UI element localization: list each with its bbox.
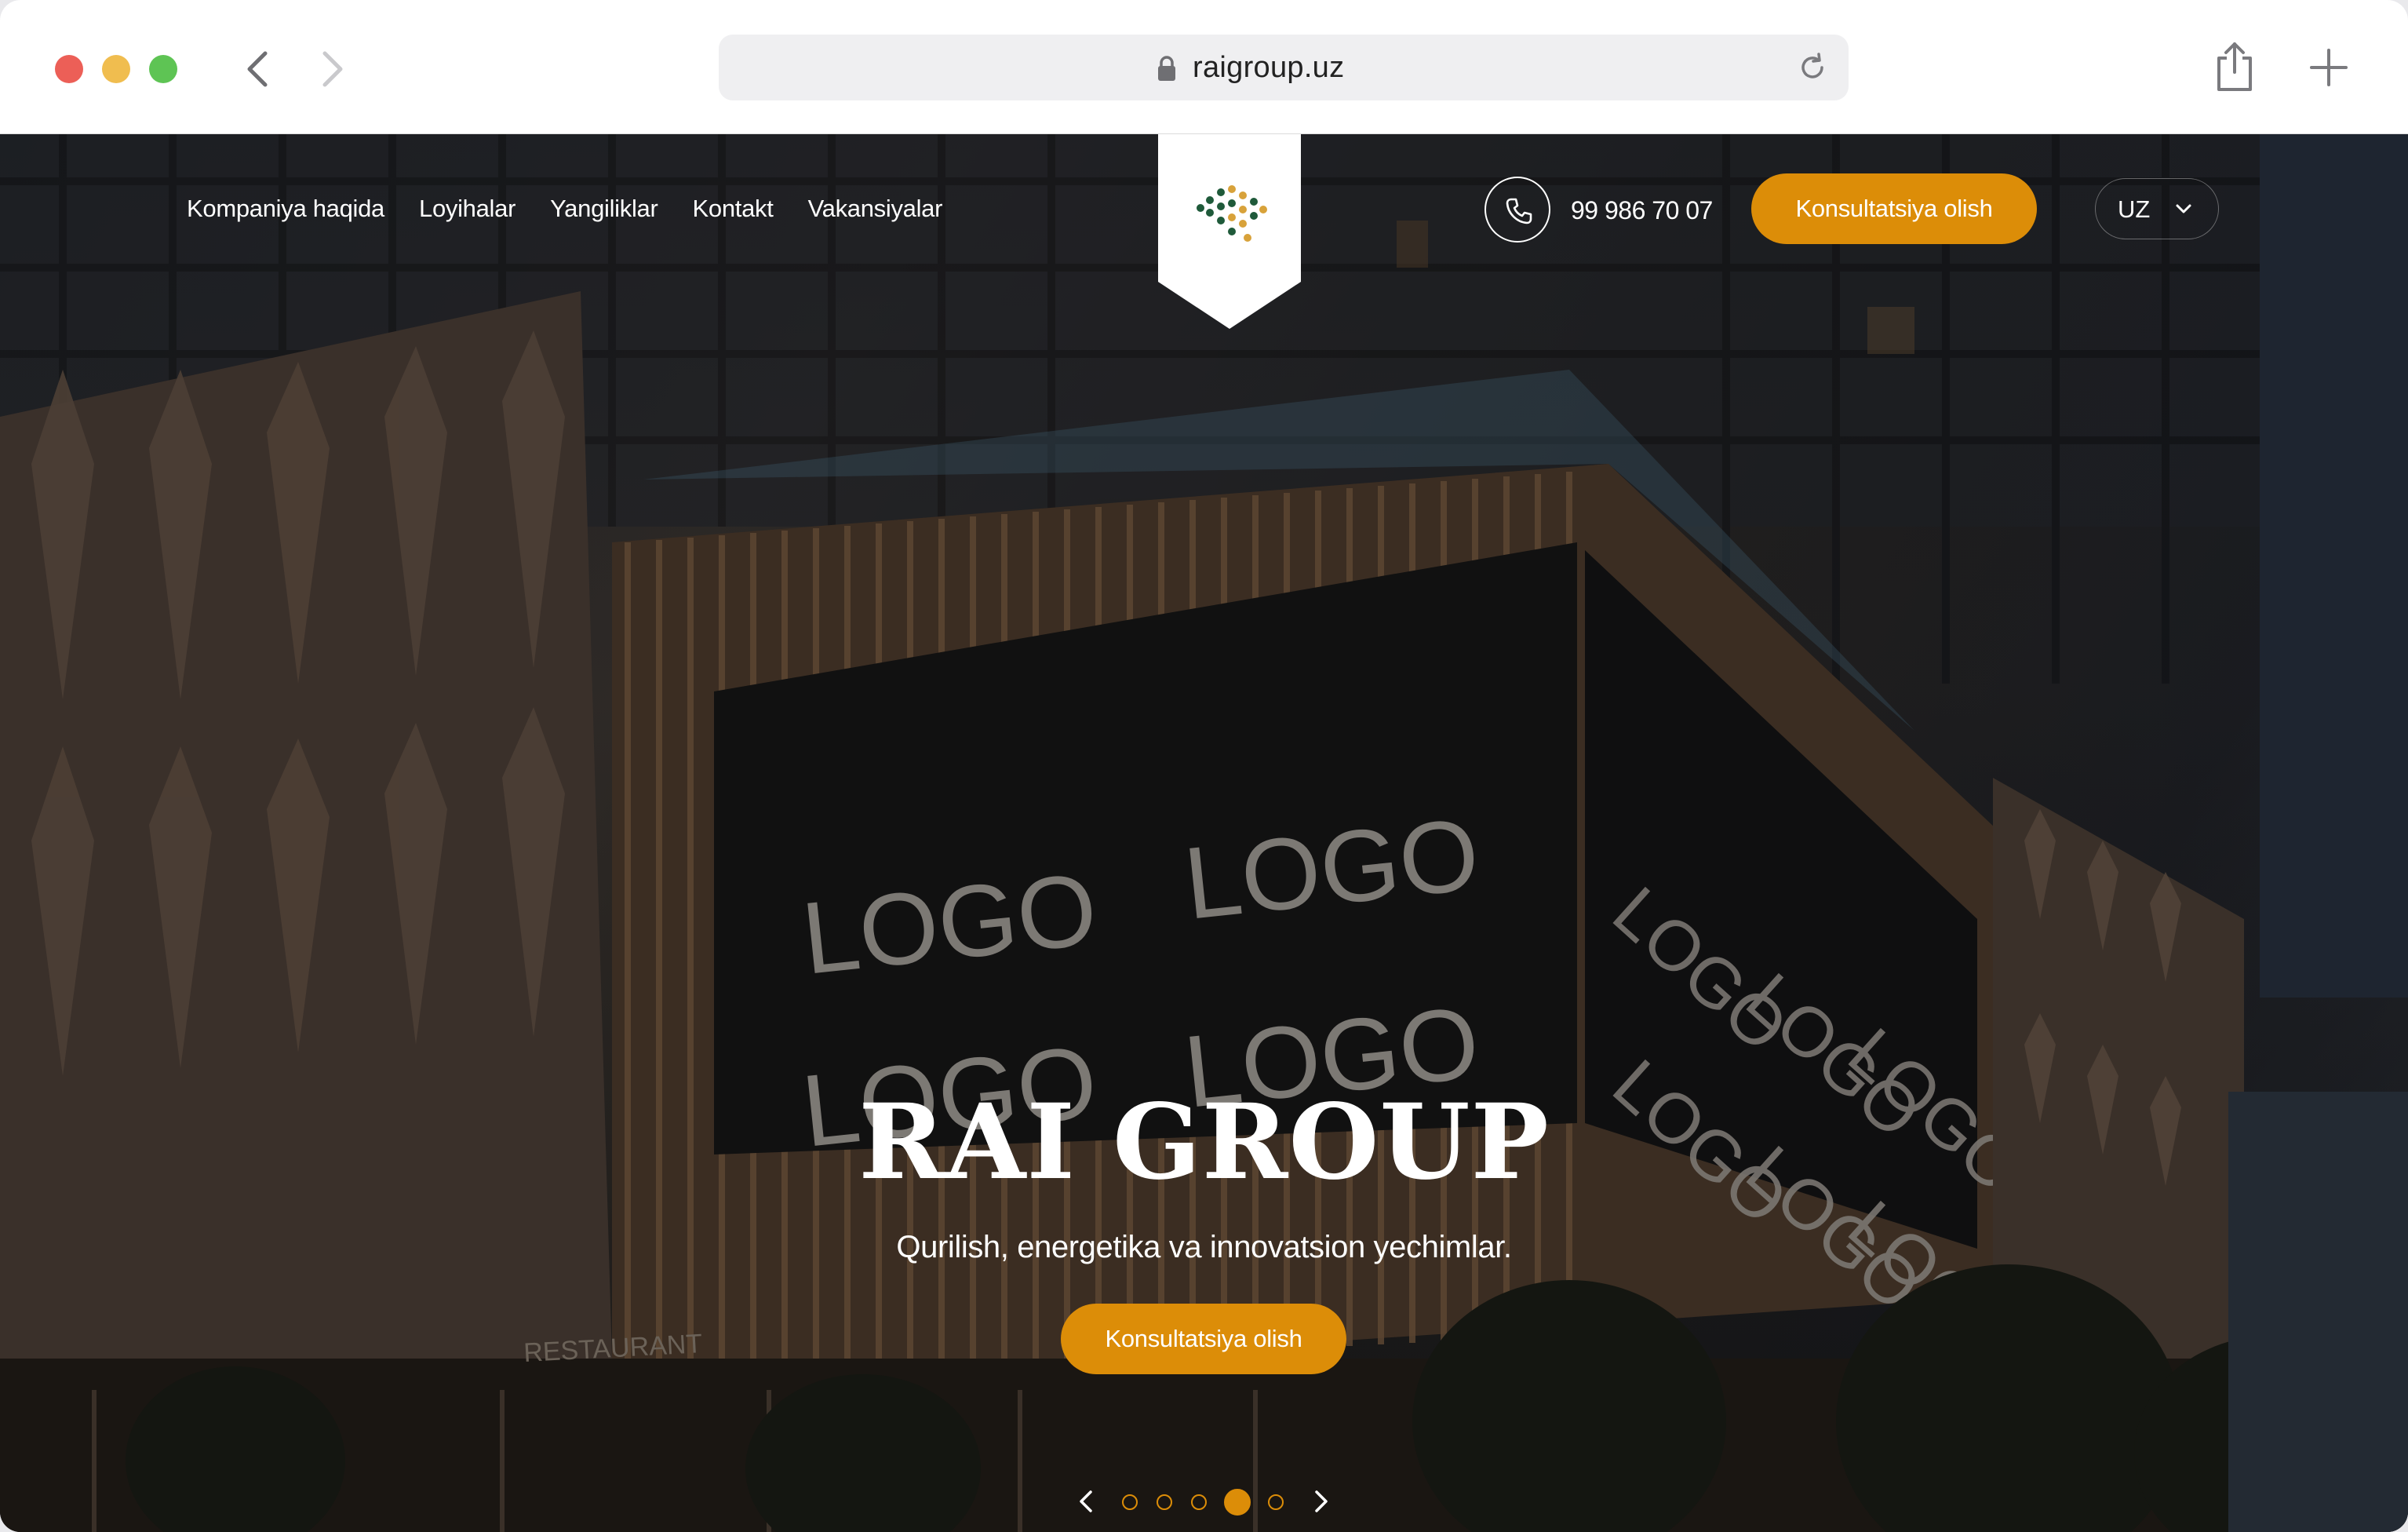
slider-dot-5[interactable] [1268,1494,1284,1510]
address-bar[interactable]: raigroup.uz [719,35,1849,100]
nav-link-kompaniya[interactable]: Kompaniya haqida [187,189,384,228]
hero-title: RAI GROUP [858,1082,1550,1203]
slider-dot-2[interactable] [1157,1494,1172,1510]
main-nav: Kompaniya haqida Loyihalar Yangiliklar K… [187,189,942,228]
nav-link-loyihalar[interactable]: Loyihalar [419,189,515,228]
consultation-button-hero[interactable]: Konsultatsiya olish [1061,1304,1346,1374]
slider-dot-1[interactable] [1122,1494,1138,1510]
new-tab-icon[interactable] [2308,47,2349,88]
share-icon[interactable] [2213,41,2257,93]
phone-button[interactable] [1485,177,1550,243]
reload-icon[interactable] [1795,50,1830,85]
language-label: UZ [2118,195,2151,223]
zoom-icon[interactable] [149,55,177,83]
hero-section: LOGO LOGO LOGO LOGO LOGO LOGO LOGO LOGO … [0,134,2408,1532]
nav-link-yangiliklar[interactable]: Yangiliklar [550,189,658,228]
slider-dot-4-active[interactable] [1224,1489,1251,1516]
lock-icon [1158,56,1175,81]
minimize-icon[interactable] [102,55,130,83]
language-select[interactable]: UZ [2095,178,2219,239]
chevron-left-icon[interactable] [1075,1487,1098,1516]
slider-dot-3[interactable] [1191,1494,1207,1510]
browser-window: raigroup.uz LOGO LOGO LOGO LOGO LOGO LOG… [0,0,2408,1532]
phone-number[interactable]: 99 986 70 07 [1571,191,1713,230]
url-text: raigroup.uz [1193,51,1345,84]
nav-link-vakansiyalar[interactable]: Vakansiyalar [808,189,943,228]
browser-toolbar: raigroup.uz [0,0,2408,134]
hero-subtitle: Qurilish, energetika va innovatsion yech… [896,1230,1512,1264]
back-icon[interactable] [235,46,282,93]
chevron-down-icon [2176,204,2191,213]
chevron-right-icon[interactable] [1309,1487,1332,1516]
phone-icon [1506,198,1532,224]
consultation-button-header[interactable]: Konsultatsiya olish [1751,173,2037,244]
close-icon[interactable] [55,55,83,83]
nav-link-kontakt[interactable]: Kontakt [693,189,774,228]
forward-icon[interactable] [308,46,355,93]
brand-logo[interactable] [1158,134,1301,329]
